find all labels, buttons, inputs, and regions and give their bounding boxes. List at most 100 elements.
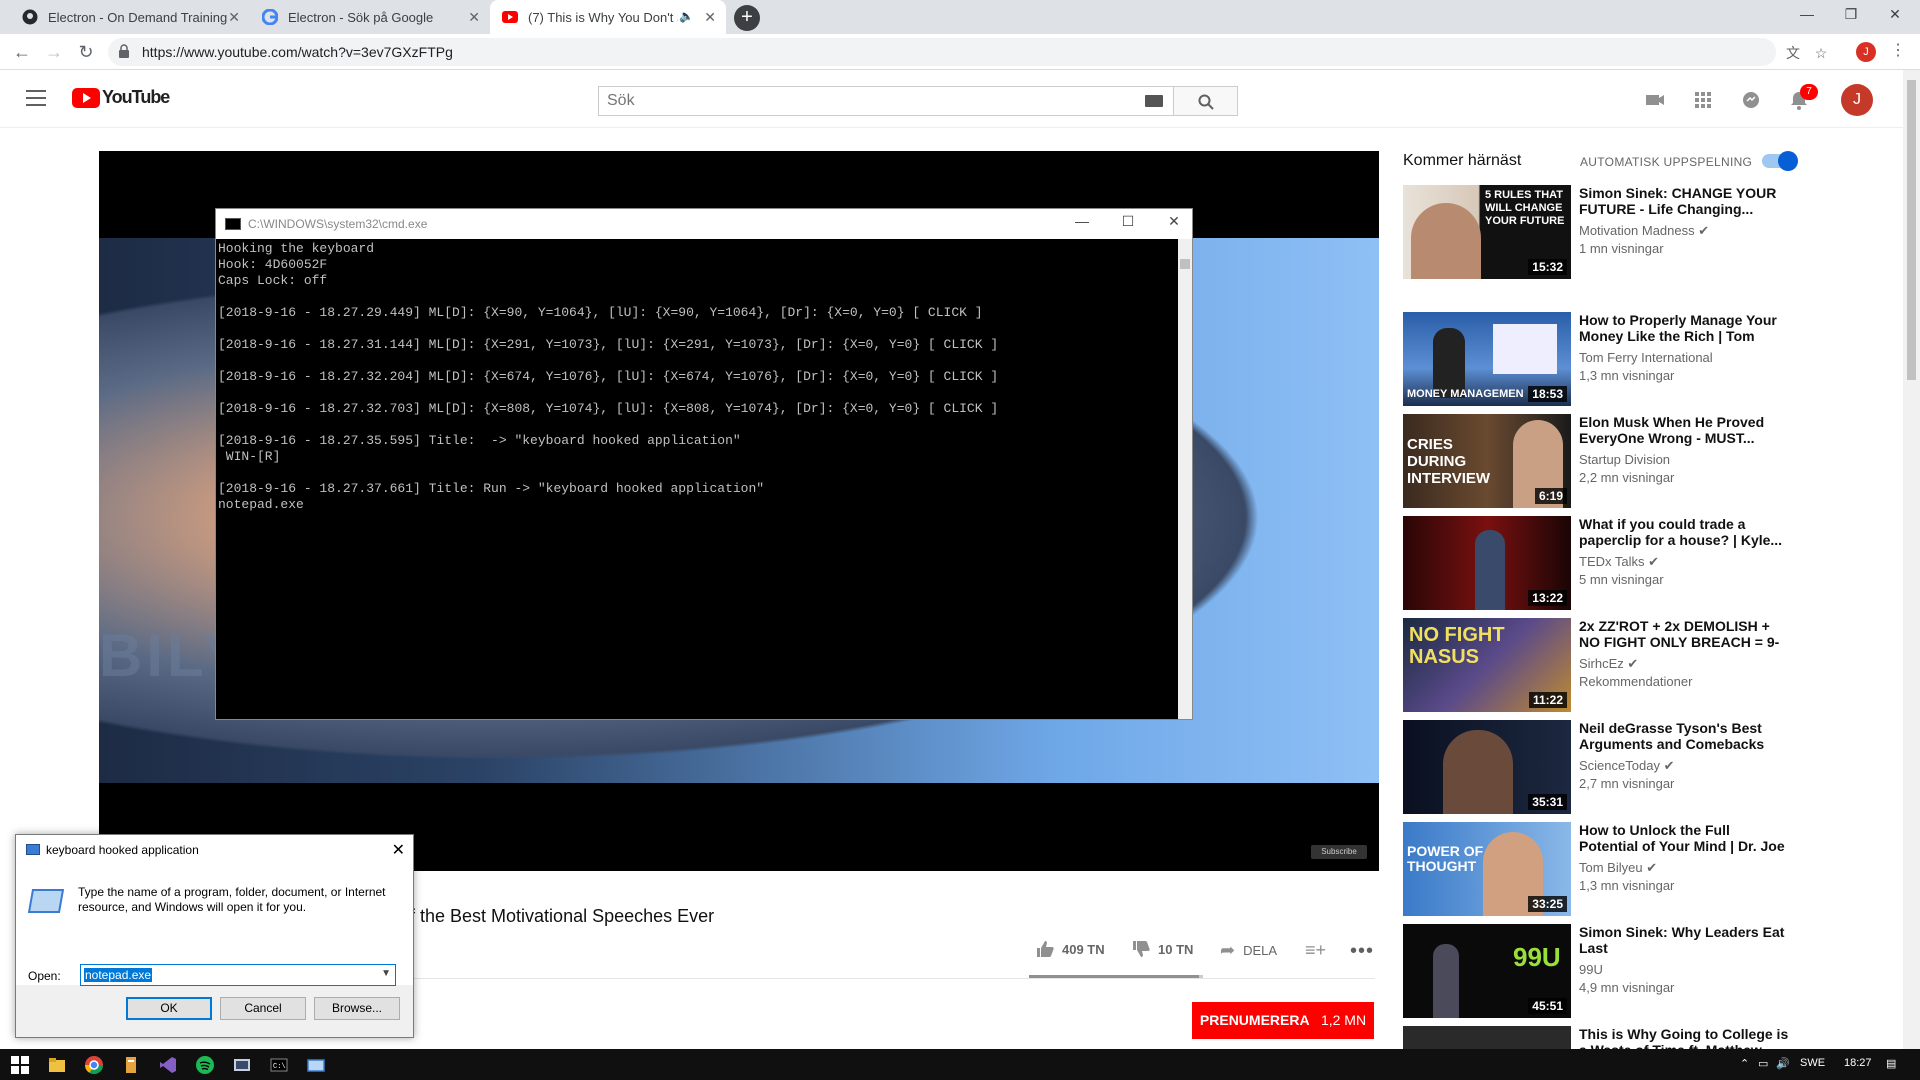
close-window-icon[interactable]: ✕ (1872, 0, 1918, 30)
back-arrow-icon[interactable]: ← (10, 40, 34, 64)
channel-name[interactable]: ScienceToday ✔ (1579, 758, 1674, 774)
forward-arrow-icon[interactable]: → (42, 40, 66, 64)
channel-name[interactable]: TEDx Talks ✔ (1579, 554, 1659, 570)
channel-name[interactable]: 99U (1579, 962, 1603, 977)
video-title[interactable]: What if you could trade a paperclip for … (1579, 516, 1789, 548)
video-title[interactable]: Neil deGrasse Tyson's Best Arguments and… (1579, 720, 1789, 752)
list-item[interactable]: 5 RULES THAT WILL CHANGE YOUR FUTURE 15:… (1403, 185, 1873, 279)
minimize-icon[interactable]: — (1784, 0, 1830, 30)
channel-name[interactable]: SirhcEz ✔ (1579, 656, 1638, 672)
close-tab-icon[interactable]: ✕ (704, 9, 716, 26)
app-icon[interactable] (121, 1055, 141, 1075)
keyboard-icon[interactable] (1145, 95, 1163, 107)
speaker-icon[interactable]: 🔈 (679, 9, 694, 23)
bookmark-star-icon[interactable]: ☆ (1812, 44, 1830, 62)
run-taskbar-icon[interactable] (306, 1055, 326, 1075)
run-dialog[interactable]: keyboard hooked application ✕ Type the n… (15, 834, 414, 1038)
spotify-icon[interactable] (195, 1055, 215, 1075)
channel-name[interactable]: Tom Bilyeu ✔ (1579, 860, 1657, 876)
tab-youtube-video[interactable]: (7) This is Why You Don't SU 🔈 ✕ (490, 0, 726, 34)
close-icon[interactable]: ✕ (1164, 213, 1184, 230)
list-item[interactable]: POWER OF THOUGHT 33:25 How to Unlock the… (1403, 822, 1873, 916)
search-button[interactable] (1174, 86, 1238, 116)
list-item[interactable]: 35:31 Neil deGrasse Tyson's Best Argumen… (1403, 720, 1873, 814)
restore-icon[interactable]: ❐ (1828, 0, 1874, 30)
subscribe-button[interactable]: PRENUMERERA 1,2 MN (1192, 1002, 1374, 1039)
video-thumbnail[interactable]: 5 RULES THAT WILL CHANGE YOUR FUTURE 15:… (1403, 185, 1571, 279)
video-title[interactable]: This is Why Going to College is a Waste … (1579, 1026, 1789, 1049)
cmd-scrollbar[interactable] (1178, 239, 1192, 719)
toggle-knob[interactable] (1778, 151, 1798, 171)
autoplay-toggle[interactable] (1762, 151, 1798, 171)
video-title[interactable]: Elon Musk When He Proved EveryOne Wrong … (1579, 414, 1789, 446)
subscribe-watermark[interactable]: Subscribe (1311, 845, 1367, 859)
chrome-menu-icon[interactable]: ⋮ (1890, 40, 1906, 60)
terminal-app-icon[interactable] (232, 1055, 252, 1075)
list-item[interactable]: NO FIGHT NASUS 11:22 2x ZZ'ROT + 2x DEMO… (1403, 618, 1873, 712)
address-bar[interactable]: https://www.youtube.com/watch?v=3ev7GXzF… (108, 38, 1827, 66)
channel-name[interactable]: Tom Ferry International (1579, 350, 1713, 365)
search-input[interactable] (599, 87, 1119, 115)
video-title[interactable]: Simon Sinek: CHANGE YOUR FUTURE - Life C… (1579, 185, 1789, 217)
chrome-icon[interactable] (84, 1055, 104, 1075)
video-thumbnail[interactable]: 35:31 (1403, 720, 1571, 814)
messages-icon[interactable] (1740, 89, 1762, 111)
profile-avatar[interactable]: J (1856, 42, 1876, 62)
video-thumbnail[interactable]: CRIES DURING INTERVIEW 6:19 (1403, 414, 1571, 508)
close-tab-icon[interactable]: ✕ (468, 9, 480, 26)
create-video-icon[interactable] (1644, 89, 1666, 111)
list-item[interactable]: CRIES DURING INTERVIEW 6:19 Elon Musk Wh… (1403, 414, 1873, 508)
network-icon[interactable]: ▭ (1758, 1057, 1768, 1070)
page-scrollbar[interactable] (1903, 70, 1920, 1049)
list-item[interactable]: 99U 45:51 Simon Sinek: Why Leaders Eat L… (1403, 924, 1873, 1018)
tab-electron-training[interactable]: Electron - On Demand Training ✕ (10, 0, 250, 34)
reload-icon[interactable]: ↻ (74, 40, 98, 64)
scrollbar-thumb[interactable] (1180, 259, 1190, 269)
video-title[interactable]: 2x ZZ'ROT + 2x DEMOLISH + NO FIGHT ONLY … (1579, 618, 1789, 650)
maximize-icon[interactable]: ☐ (1118, 213, 1138, 230)
video-thumbnail[interactable]: MONEY MANAGEMEN 18:53 (1403, 312, 1571, 406)
video-title[interactable]: How to Unlock the Full Potential of Your… (1579, 822, 1789, 854)
windows-start-icon[interactable] (10, 1055, 30, 1075)
video-title[interactable]: How to Properly Manage Your Money Like t… (1579, 312, 1789, 344)
list-item[interactable]: MONEY MANAGEMEN 18:53 How to Properly Ma… (1403, 312, 1873, 406)
add-to-playlist-button[interactable]: ≡+ (1305, 940, 1326, 961)
chevron-down-icon[interactable]: ▼ (381, 968, 391, 979)
cmd-titlebar[interactable]: C:\WINDOWS\system32\cmd.exe — ☐ ✕ (216, 209, 1192, 239)
close-tab-icon[interactable]: ✕ (228, 9, 240, 26)
video-thumbnail[interactable] (1403, 1026, 1571, 1049)
ok-button[interactable]: OK (126, 997, 212, 1020)
avatar[interactable]: J (1841, 84, 1873, 116)
volume-icon[interactable]: 🔊 (1776, 1057, 1790, 1070)
minimize-icon[interactable]: — (1072, 213, 1092, 229)
notifications-icon[interactable]: ▤ (1886, 1057, 1896, 1070)
dislike-button[interactable]: 10 TN (1132, 940, 1193, 958)
channel-name[interactable]: Startup Division (1579, 452, 1670, 467)
browse-button[interactable]: Browse... (314, 997, 400, 1020)
file-explorer-icon[interactable] (47, 1055, 67, 1075)
video-thumbnail[interactable]: 99U 45:51 (1403, 924, 1571, 1018)
open-combobox[interactable]: notepad.exe ▼ (80, 964, 396, 986)
visual-studio-icon[interactable] (158, 1055, 178, 1075)
menu-icon[interactable] (26, 90, 46, 106)
open-input-value[interactable]: notepad.exe (84, 968, 153, 982)
video-thumbnail[interactable]: 13:22 (1403, 516, 1571, 610)
scrollbar-thumb[interactable] (1907, 80, 1916, 380)
more-actions-button[interactable]: ••• (1350, 940, 1374, 963)
tab-google-search[interactable]: Electron - Sök på Google ✕ (250, 0, 490, 34)
channel-name[interactable]: Motivation Madness ✔ (1579, 223, 1709, 239)
cmd-window[interactable]: C:\WINDOWS\system32\cmd.exe — ☐ ✕ Hookin… (215, 208, 1193, 720)
apps-grid-icon[interactable] (1692, 89, 1714, 111)
youtube-logo[interactable]: YouTube (72, 87, 170, 108)
cancel-button[interactable]: Cancel (220, 997, 306, 1020)
share-button[interactable]: ➦ DELA (1220, 940, 1277, 961)
like-button[interactable]: 409 TN (1036, 940, 1105, 958)
run-dialog-titlebar[interactable]: keyboard hooked application ✕ (16, 835, 413, 865)
new-tab-button[interactable]: + (734, 5, 760, 31)
language-indicator[interactable]: SWE (1800, 1057, 1825, 1069)
video-thumbnail[interactable]: POWER OF THOUGHT 33:25 (1403, 822, 1571, 916)
video-thumbnail[interactable]: NO FIGHT NASUS 11:22 (1403, 618, 1571, 712)
tray-expand-icon[interactable]: ⌃ (1740, 1057, 1749, 1070)
translate-icon[interactable]: 文 (1784, 44, 1802, 62)
cmd-taskbar-icon[interactable]: C:\ (269, 1055, 289, 1075)
